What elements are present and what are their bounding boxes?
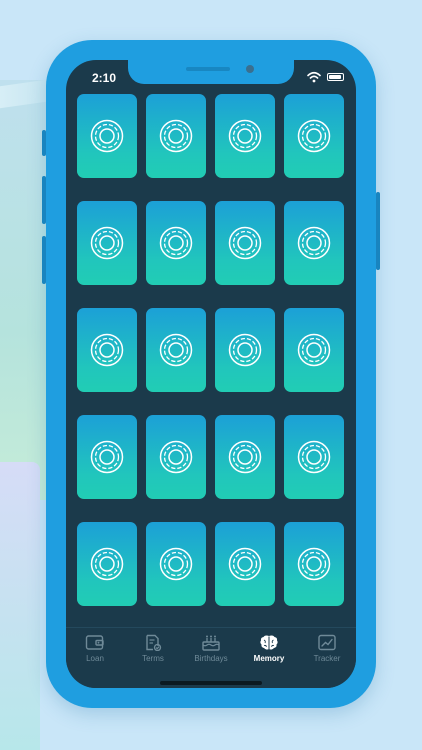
status-bar: 2:10 — [66, 60, 356, 94]
chip-ring-icon — [228, 547, 262, 581]
tab-tracker[interactable]: Tracker — [298, 634, 356, 674]
chip-ring-icon — [159, 440, 193, 474]
background-pillar — [0, 80, 48, 500]
memory-card[interactable] — [77, 415, 137, 499]
chip-ring-icon — [297, 547, 331, 581]
phone-screen: 2:10 Loan Terms Birthdays Memory Tracker — [66, 60, 356, 688]
battery-level — [329, 75, 341, 79]
tab-terms-label: Terms — [142, 654, 164, 663]
chip-ring-icon — [90, 226, 124, 260]
memory-card[interactable] — [146, 201, 206, 285]
memory-card[interactable] — [146, 415, 206, 499]
status-time: 2:10 — [92, 71, 117, 85]
tab-terms[interactable]: Terms — [124, 634, 182, 674]
memory-card-grid — [77, 94, 347, 607]
chip-ring-icon — [159, 226, 193, 260]
memory-card[interactable] — [284, 308, 344, 392]
chip-ring-icon — [90, 440, 124, 474]
memory-card[interactable] — [146, 308, 206, 392]
speaker — [186, 67, 230, 71]
memory-card[interactable] — [77, 308, 137, 392]
tab-birthdays[interactable]: Birthdays — [182, 634, 240, 674]
chip-ring-icon — [228, 226, 262, 260]
notch — [128, 60, 294, 84]
camera — [246, 65, 254, 73]
memory-card[interactable] — [284, 201, 344, 285]
battery-icon — [327, 73, 344, 81]
chip-ring-icon — [297, 440, 331, 474]
memory-card[interactable] — [146, 94, 206, 178]
chip-ring-icon — [228, 333, 262, 367]
chip-ring-icon — [297, 333, 331, 367]
memory-card[interactable] — [215, 201, 275, 285]
memory-card[interactable] — [215, 94, 275, 178]
chip-ring-icon — [228, 440, 262, 474]
memory-card[interactable] — [215, 415, 275, 499]
home-indicator — [160, 681, 262, 685]
tab-birthdays-label: Birthdays — [194, 654, 228, 663]
tab-memory-label: Memory — [253, 654, 285, 663]
memory-card[interactable] — [215, 522, 275, 606]
memory-card[interactable] — [77, 94, 137, 178]
document-check-icon — [146, 634, 162, 651]
memory-card[interactable] — [77, 522, 137, 606]
tab-memory[interactable]: Memory — [240, 634, 298, 674]
chip-ring-icon — [159, 119, 193, 153]
wallet-icon — [85, 635, 104, 650]
cake-icon — [202, 635, 220, 651]
memory-card[interactable] — [284, 415, 344, 499]
chip-ring-icon — [228, 119, 262, 153]
memory-card[interactable] — [284, 522, 344, 606]
tab-loan-label: Loan — [86, 654, 104, 663]
memory-card[interactable] — [284, 94, 344, 178]
memory-card[interactable] — [215, 308, 275, 392]
chart-check-icon — [318, 634, 336, 651]
tab-loan[interactable]: Loan — [66, 634, 124, 674]
chip-ring-icon — [297, 119, 331, 153]
chip-ring-icon — [90, 119, 124, 153]
chip-ring-icon — [159, 547, 193, 581]
chip-ring-icon — [90, 547, 124, 581]
memory-card[interactable] — [146, 522, 206, 606]
chip-ring-icon — [90, 333, 124, 367]
background-block — [0, 462, 40, 750]
tab-tracker-label: Tracker — [313, 654, 341, 663]
memory-card[interactable] — [77, 201, 137, 285]
wifi-icon — [307, 71, 321, 83]
chip-ring-icon — [159, 333, 193, 367]
brain-icon — [260, 635, 278, 650]
chip-ring-icon — [297, 226, 331, 260]
tab-bar: Loan Terms Birthdays Memory Tracker — [66, 627, 356, 688]
power-button — [376, 192, 380, 270]
